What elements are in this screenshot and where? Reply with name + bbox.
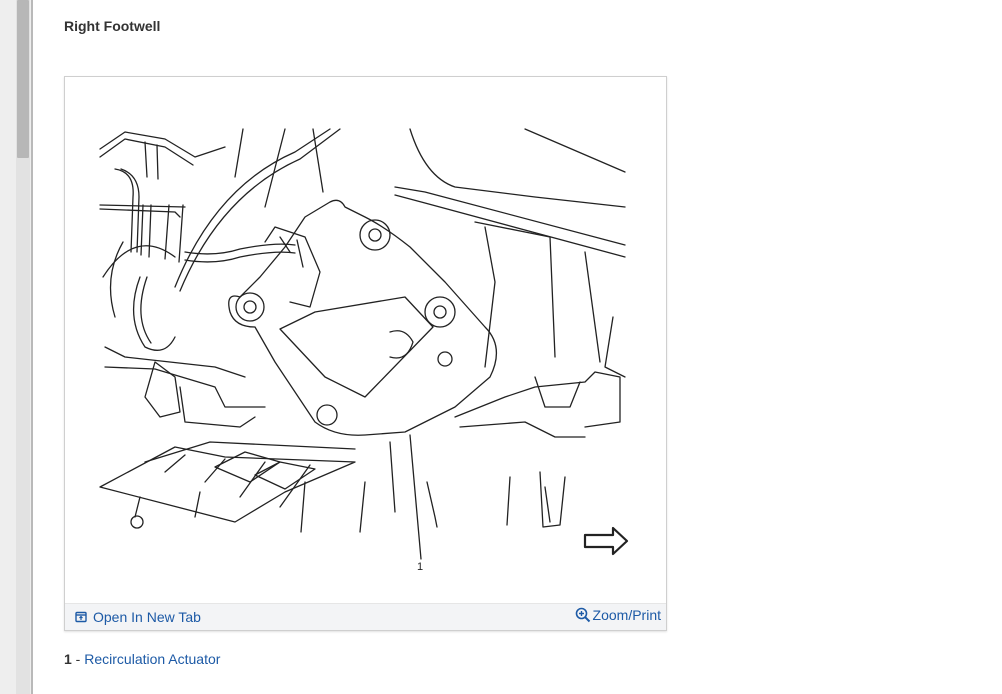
document-content: Right Footwell 1 Open In New Tab Zoom/Pr…: [33, 0, 1002, 694]
legend-separator: -: [71, 651, 85, 667]
legend-link-recirculation-actuator[interactable]: Recirculation Actuator: [84, 651, 220, 667]
open-new-tab-icon: [75, 611, 87, 623]
zoom-print-label: Zoom/Print: [592, 607, 661, 623]
recirculation-actuator-diagram: 1: [99, 128, 629, 573]
open-in-new-tab-link[interactable]: Open In New Tab: [75, 609, 201, 625]
legend-number: 1: [64, 651, 72, 667]
section-title: Right Footwell: [64, 18, 161, 34]
open-in-new-tab-label: Open In New Tab: [93, 609, 201, 625]
zoom-in-icon: [575, 607, 590, 623]
figure-container: 1 Open In New Tab Zoom/Print: [64, 76, 667, 631]
direction-arrow-icon: [583, 526, 629, 556]
callout-label: 1: [417, 561, 423, 573]
figure-toolbar: Open In New Tab Zoom/Print: [65, 603, 666, 630]
zoom-print-link[interactable]: Zoom/Print: [575, 607, 661, 623]
figure-legend: 1 - Recirculation Actuator: [64, 651, 220, 667]
scrollbar-thumb[interactable]: [17, 0, 29, 158]
